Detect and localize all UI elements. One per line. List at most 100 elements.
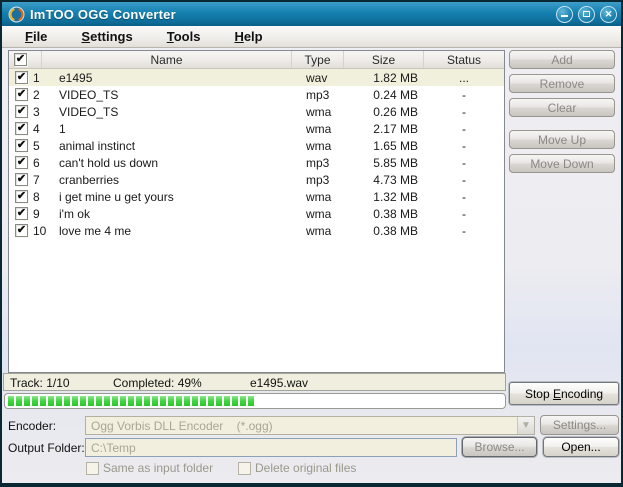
settings-button[interactable]: Settings... [540, 415, 619, 435]
status-strip: Track: 1/10 Completed: 49% e1495.wav [3, 373, 506, 391]
table-row[interactable]: ✔ 10 love me 4 me wma 0.38 MB - [9, 222, 504, 239]
check-icon: ✔ [17, 123, 26, 134]
table-row[interactable]: ✔ 4 1 wma 2.17 MB - [9, 120, 504, 137]
minimize-icon [561, 15, 568, 17]
remove-button[interactable]: Remove [509, 74, 615, 93]
file-table: ✔ Name Type Size Status ✔ 1 e1495 wav 1.… [8, 50, 505, 373]
delete-original-label: Delete original files [255, 461, 356, 475]
menu-file[interactable]: File [19, 28, 53, 45]
menu-settings[interactable]: Settings [75, 28, 138, 45]
menubar: File Settings Tools Help [2, 26, 621, 48]
row-number: 1 [33, 69, 52, 86]
move-up-button[interactable]: Move Up [509, 130, 615, 149]
progress-bar [4, 393, 506, 409]
row-type: mp3 [292, 171, 344, 188]
maximize-icon [583, 11, 590, 17]
row-name: cranberries [52, 171, 292, 188]
delete-original-checkbox[interactable]: ✔ [238, 462, 251, 475]
row-status: - [424, 86, 504, 103]
row-checkbox[interactable]: ✔ [15, 139, 28, 152]
row-number: 7 [33, 171, 52, 188]
row-checkbox[interactable]: ✔ [15, 156, 28, 169]
row-size: 0.26 MB [344, 103, 424, 120]
table-row[interactable]: ✔ 7 cranberries mp3 4.73 MB - [9, 171, 504, 188]
row-status: ... [424, 69, 504, 86]
progress-bar-fill [8, 396, 254, 406]
output-folder-field[interactable]: C:\Temp [85, 438, 457, 457]
menu-help[interactable]: Help [228, 28, 268, 45]
row-number: 5 [33, 137, 52, 154]
row-size: 1.65 MB [344, 137, 424, 154]
same-as-input-label: Same as input folder [103, 461, 213, 475]
row-status: - [424, 120, 504, 137]
row-number: 6 [33, 154, 52, 171]
table-row[interactable]: ✔ 9 i'm ok wma 0.38 MB - [9, 205, 504, 222]
menu-tools[interactable]: Tools [161, 28, 207, 45]
output-folder-value: C:\Temp [91, 441, 136, 455]
add-button[interactable]: Add [509, 50, 615, 69]
browse-button[interactable]: Browse... [462, 437, 537, 457]
row-checkbox[interactable]: ✔ [15, 71, 28, 84]
table-row[interactable]: ✔ 8 i get mine u get yours wma 1.32 MB - [9, 188, 504, 205]
row-checkbox[interactable]: ✔ [15, 88, 28, 101]
maximize-button[interactable] [578, 6, 595, 23]
row-status: - [424, 137, 504, 154]
chevron-down-icon[interactable]: ▼ [517, 417, 534, 434]
row-checkbox[interactable]: ✔ [15, 173, 28, 186]
track-counter: Track: 1/10 [10, 376, 70, 390]
row-status: - [424, 103, 504, 120]
app-window: ImTOO OGG Converter ✕ File Settings Tool… [0, 0, 623, 487]
row-number: 9 [33, 205, 52, 222]
minimize-button[interactable] [556, 6, 573, 23]
column-header-checkbox[interactable]: ✔ [9, 51, 42, 68]
delete-original-option[interactable]: ✔ Delete original files [238, 461, 356, 475]
table-row[interactable]: ✔ 3 VIDEO_TS wma 0.26 MB - [9, 103, 504, 120]
same-as-input-checkbox[interactable]: ✔ [86, 462, 99, 475]
row-status: - [424, 222, 504, 239]
check-icon: ✔ [17, 191, 26, 202]
row-status: - [424, 205, 504, 222]
row-size: 4.73 MB [344, 171, 424, 188]
check-icon: ✔ [17, 174, 26, 185]
app-logo-icon [8, 6, 25, 23]
encoder-label: Encoder: [8, 419, 56, 433]
row-checkbox[interactable]: ✔ [15, 224, 28, 237]
table-row[interactable]: ✔ 5 animal instinct wma 1.65 MB - [9, 137, 504, 154]
row-type: wma [292, 222, 344, 239]
row-checkbox[interactable]: ✔ [15, 207, 28, 220]
clear-button[interactable]: Clear [509, 98, 615, 117]
row-name: love me 4 me [52, 222, 292, 239]
row-name: can't hold us down [52, 154, 292, 171]
move-down-button[interactable]: Move Down [509, 154, 615, 173]
close-button[interactable]: ✕ [600, 6, 617, 23]
table-row[interactable]: ✔ 6 can't hold us down mp3 5.85 MB - [9, 154, 504, 171]
close-icon: ✕ [605, 10, 613, 19]
file-table-header: ✔ Name Type Size Status [9, 51, 504, 69]
open-button[interactable]: Open... [543, 437, 619, 457]
titlebar[interactable]: ImTOO OGG Converter ✕ [2, 2, 621, 26]
row-checkbox[interactable]: ✔ [15, 105, 28, 118]
check-icon: ✔ [17, 157, 26, 168]
same-as-input-option[interactable]: ✔ Same as input folder [86, 461, 213, 475]
select-all-checkbox[interactable]: ✔ [14, 53, 27, 66]
check-icon: ✔ [17, 72, 26, 83]
row-type: mp3 [292, 154, 344, 171]
row-name: VIDEO_TS [52, 86, 292, 103]
column-header-type[interactable]: Type [292, 51, 344, 68]
row-type: wav [292, 69, 344, 86]
row-size: 5.85 MB [344, 154, 424, 171]
row-name: animal instinct [52, 137, 292, 154]
row-name: e1495 [52, 69, 292, 86]
row-checkbox[interactable]: ✔ [15, 190, 28, 203]
column-header-name[interactable]: Name [42, 51, 292, 68]
stop-encoding-button[interactable]: Stop Encoding [509, 382, 619, 405]
column-header-size[interactable]: Size [344, 51, 424, 68]
table-row[interactable]: ✔ 1 e1495 wav 1.82 MB ... [9, 69, 504, 86]
check-icon: ✔ [17, 106, 26, 117]
table-row[interactable]: ✔ 2 VIDEO_TS mp3 0.24 MB - [9, 86, 504, 103]
column-header-status[interactable]: Status [424, 51, 504, 68]
encoder-dropdown[interactable]: Ogg Vorbis DLL Encoder (*.ogg) ▼ [85, 416, 535, 435]
row-checkbox[interactable]: ✔ [15, 122, 28, 135]
row-name: i'm ok [52, 205, 292, 222]
row-size: 1.32 MB [344, 188, 424, 205]
